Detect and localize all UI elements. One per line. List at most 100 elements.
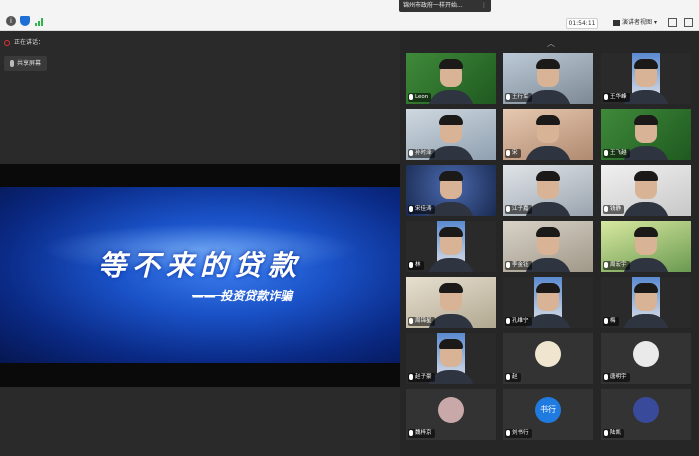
person-hair (634, 171, 658, 181)
info-icon[interactable]: i (6, 16, 16, 26)
participant-name: 孔维宁 (512, 318, 529, 324)
participant-name-label: 林 (408, 261, 424, 270)
avatar (633, 341, 659, 367)
participant-name: 林 (415, 262, 421, 268)
participant-name: 钱静 (610, 206, 622, 212)
microphone-icon (409, 205, 413, 212)
person-hair (439, 283, 463, 293)
active-speaker-label: 正在讲话： (14, 39, 45, 46)
participant-tile[interactable]: 陆凯 (601, 389, 691, 440)
participant-tile[interactable]: 林 (406, 221, 496, 272)
person-hair (634, 283, 658, 293)
microphone-icon (604, 373, 608, 380)
participant-name: 宋 (512, 150, 518, 156)
microphone-icon (506, 149, 510, 156)
participant-name-label: 王华峰 (603, 93, 630, 102)
participant-tile[interactable]: 梅 (601, 277, 691, 328)
participant-name-label: 陆凯 (603, 429, 625, 438)
microphone-icon (604, 317, 608, 324)
microphone-icon (409, 261, 413, 268)
active-speaker-indicator: 正在讲话： (4, 37, 44, 49)
participant-name-label: 赵 (505, 373, 521, 382)
participant-tile[interactable]: 周锦星 (406, 277, 496, 328)
participant-name: 王华峰 (610, 94, 627, 100)
microphone-icon (604, 93, 608, 100)
participant-name-label: 李金钰 (505, 261, 532, 270)
participant-name-label: Leon (408, 93, 432, 102)
person-hair (439, 227, 463, 237)
microphone-icon (10, 60, 14, 67)
speaking-icon (4, 39, 10, 46)
participant-name: 王飞越 (610, 150, 627, 156)
person-hair (536, 115, 560, 125)
screen-share-chip[interactable]: 共享屏幕 (4, 56, 48, 71)
participant-tile[interactable]: 王华峰 (601, 53, 691, 104)
participant-name-label: 周宏宇 (603, 261, 630, 270)
participant-tile[interactable]: 赵 (503, 333, 593, 384)
participant-name: 刘书行 (512, 430, 529, 436)
participant-name: 魏梓京 (415, 430, 432, 436)
participant-tile[interactable]: 周宏宇 (601, 221, 691, 272)
meeting-title-banner[interactable]: 锦州市政府一样开始... ⋮ (399, 0, 491, 12)
shield-icon[interactable] (20, 16, 30, 26)
fullscreen-icon[interactable] (684, 18, 693, 27)
participant-name: 陆凯 (610, 430, 622, 436)
microphone-icon (506, 317, 510, 324)
participant-name-label: 钱静 (603, 205, 625, 214)
avatar (535, 341, 561, 367)
participant-name-label: 宋 (505, 149, 521, 158)
participant-name: 唐明宇 (610, 374, 627, 380)
participant-name-label: 赵子豪 (408, 373, 435, 382)
participant-tile[interactable]: 宋 (503, 109, 593, 160)
chevron-down-icon: ▾ (653, 19, 657, 26)
signal-icon[interactable] (34, 16, 44, 26)
participant-tile[interactable]: 王飞越 (601, 109, 691, 160)
participant-tile[interactable]: 唐明宇 (601, 333, 691, 384)
participant-tile[interactable]: 书行刘书行 (503, 389, 593, 440)
microphone-icon (604, 429, 608, 436)
participant-tile[interactable]: 钱静 (601, 165, 691, 216)
participant-name-label: 魏梓京 (408, 429, 435, 438)
collapse-gallery-icon[interactable]: ︿ (547, 38, 555, 49)
view-mode-button[interactable]: 演讲者视图 ▾ (613, 17, 659, 29)
participant-tile[interactable]: Leon (406, 53, 496, 104)
participant-tile[interactable]: 李金钰 (503, 221, 593, 272)
participant-tile[interactable]: 孔维宁 (503, 277, 593, 328)
participant-name-label: 宋佳涛 (408, 205, 435, 214)
shared-screen[interactable]: 等不来的贷款 —— 投资贷款诈骗 (0, 164, 400, 387)
participant-name: 宋佳涛 (415, 206, 432, 212)
meeting-timer: 01:54:11 (566, 18, 598, 29)
shared-content-pane: 正在讲话： 共享屏幕 等不来的贷款 —— 投资贷款诈骗 (0, 31, 400, 456)
microphone-icon (409, 149, 413, 156)
slide-title: 等不来的贷款 (97, 249, 302, 282)
participant-name: 李金钰 (512, 262, 529, 268)
grid-icon (613, 19, 620, 26)
microphone-icon (506, 429, 510, 436)
participant-name-label: 刘书行 (505, 429, 532, 438)
banner-menu-icon[interactable]: ⋮ (481, 0, 487, 12)
banner-text: 锦州市政府一样开始... (403, 2, 463, 9)
participant-name-label: 江子嘉 (505, 205, 532, 214)
participant-gallery: ︿ Leon 王行军 王华峰孙时泽 宋 王飞越宋佳涛 江子嘉 钱静林 李金钰 周宏宇周锦星 孔维宁… (400, 31, 699, 456)
participant-tile[interactable]: 宋佳涛 (406, 165, 496, 216)
meeting-window: i 锦州市政府一样开始... ⋮ 01:54:11 演讲者视图 ▾ 正在讲话： … (0, 0, 699, 456)
participant-tile[interactable]: 孙时泽 (406, 109, 496, 160)
screen-share-label: 共享屏幕 (17, 60, 42, 67)
person-hair (439, 115, 463, 125)
slide-subtitle-text: 投资贷款诈骗 (220, 289, 293, 303)
participant-tile[interactable]: 魏梓京 (406, 389, 496, 440)
participant-tile[interactable]: 王行军 (503, 53, 593, 104)
participant-tile[interactable]: 江子嘉 (503, 165, 593, 216)
avatar (438, 397, 464, 423)
microphone-icon (506, 93, 510, 100)
participant-tile[interactable]: 赵子豪 (406, 333, 496, 384)
microphone-icon (604, 261, 608, 268)
exit-fullscreen-icon[interactable] (668, 18, 677, 27)
microphone-icon (409, 93, 413, 100)
participant-name-label: 梅 (603, 317, 619, 326)
person-hair (439, 59, 463, 69)
person-hair (439, 339, 463, 349)
avatar-text: 书行 (535, 397, 561, 423)
participant-name: Leon (415, 94, 429, 100)
participant-name-label: 王行军 (505, 93, 532, 102)
